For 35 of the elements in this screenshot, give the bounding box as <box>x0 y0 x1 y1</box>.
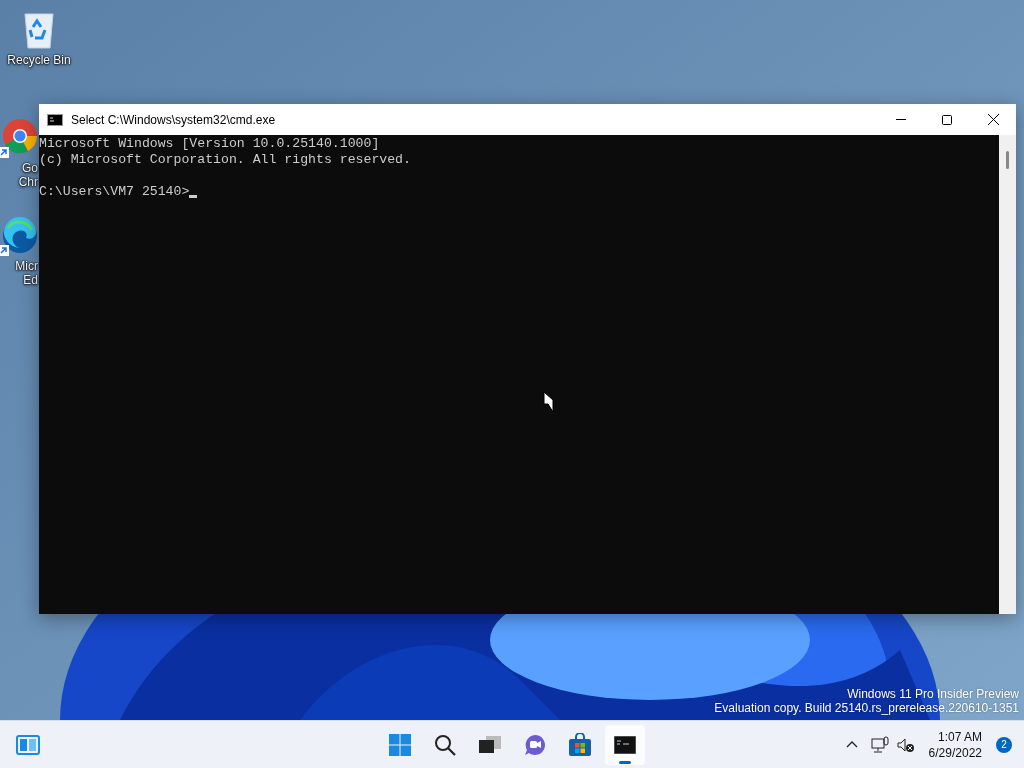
icon-label: Go <box>22 161 38 175</box>
icon-label: Micr <box>15 259 38 273</box>
icon-label: Ed <box>23 273 38 287</box>
window-title: Select C:\Windows\system32\cmd.exe <box>71 112 276 127</box>
chevron-up-icon <box>845 741 858 748</box>
chat-icon <box>523 732 547 757</box>
notification-badge[interactable]: 2 <box>996 736 1012 753</box>
widgets-icon <box>16 734 40 755</box>
shortcut-arrow-icon <box>0 147 9 158</box>
console-text: (c) Microsoft Corporation. All rights reserved. <box>39 152 412 168</box>
shortcut-arrow-icon <box>0 245 9 256</box>
store-icon <box>568 732 592 757</box>
close-icon <box>987 114 999 125</box>
text-cursor <box>189 195 198 198</box>
console-text: Microsoft Windows [Version 10.0.25140.1000] <box>39 136 381 152</box>
icon-label: Recycle Bin <box>7 53 71 67</box>
minimize-icon <box>896 119 906 120</box>
task-view-icon <box>479 735 501 754</box>
terminal-button[interactable] <box>605 724 645 765</box>
windows-logo-icon <box>389 733 411 756</box>
icon-label: Chr <box>18 175 38 189</box>
console-icon <box>614 735 636 754</box>
scrollbar-thumb[interactable] <box>1006 151 1009 169</box>
clock[interactable]: 1:07 AM 6/29/2022 <box>928 728 982 761</box>
network-icon[interactable] <box>870 735 889 754</box>
watermark-text: Evaluation copy. Build 25140.rs_prerelease.220610-1351 <box>714 701 1019 715</box>
command-prompt: C:\Users\VM7 25140> <box>39 184 190 200</box>
volume-muted-icon[interactable] <box>896 736 915 753</box>
running-indicator <box>619 760 631 764</box>
watermark-text: Windows 11 Pro Insider Preview <box>846 687 1019 701</box>
maximize-icon <box>942 114 952 125</box>
console-area[interactable]: Microsoft Windows [Version 10.0.25140.1000] (c) Microsoft Corporation. All rights reserved. C:\Users\VM7 25140> <box>39 135 999 614</box>
console-icon <box>47 113 63 126</box>
search-icon <box>434 733 456 756</box>
scrollbar[interactable] <box>999 135 1016 614</box>
